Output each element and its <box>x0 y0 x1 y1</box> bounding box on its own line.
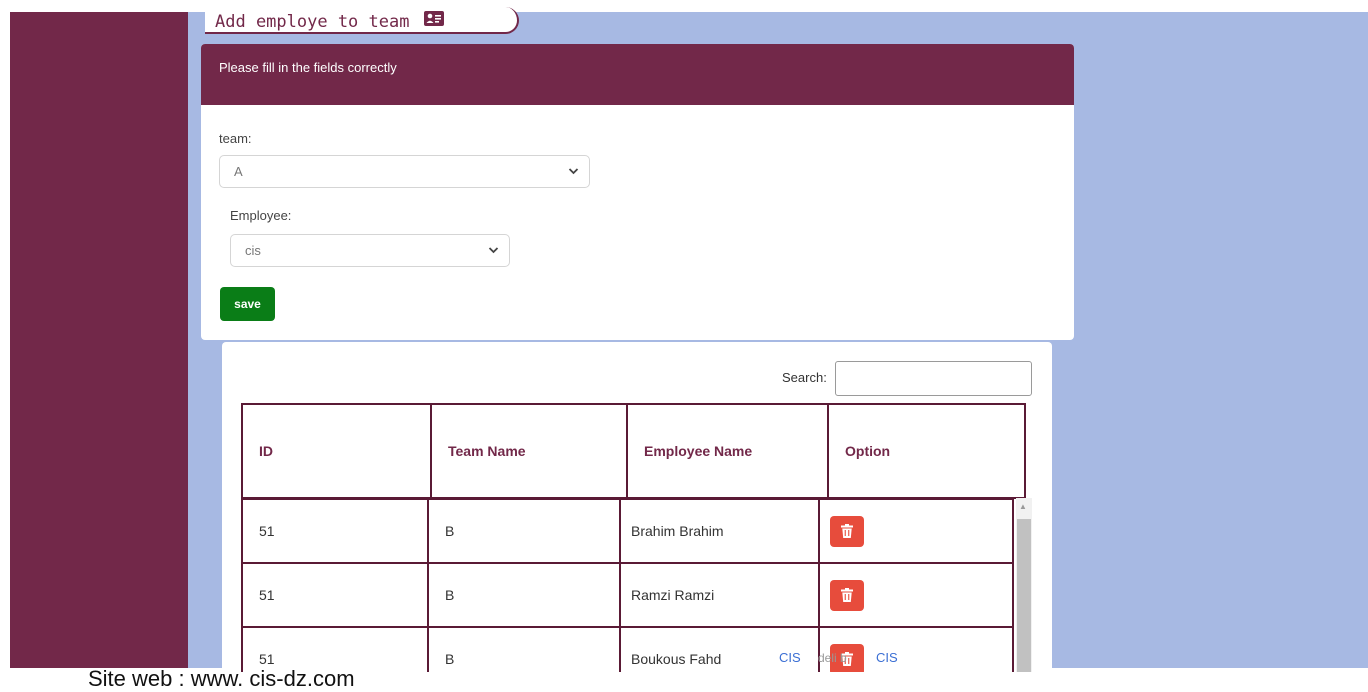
column-header-id[interactable]: ID <box>241 403 432 499</box>
scroll-up-arrow-icon[interactable]: ▲ <box>1019 502 1027 511</box>
form-header: Please fill in the fields correctly <box>201 44 1074 105</box>
table-cell-employee: Boukous Fahd <box>619 626 820 672</box>
search-label: Search: <box>782 370 827 385</box>
chevron-down-icon <box>488 235 499 279</box>
search-input[interactable] <box>835 361 1032 396</box>
page-title: Add employe to team <box>205 7 519 34</box>
table-cell-team: B <box>427 498 621 564</box>
team-select[interactable]: A <box>219 155 590 188</box>
delete-button[interactable] <box>830 515 864 547</box>
table-cell-option <box>818 498 1014 564</box>
team-members-table-card: Search: ID Team Name Employee Name Optio… <box>222 342 1052 672</box>
overlay-faint-text: deli b <box>818 651 847 665</box>
table-cell-option <box>818 626 1014 672</box>
delete-button[interactable] <box>830 579 864 611</box>
add-employee-form: Please fill in the fields correctly team… <box>201 44 1074 340</box>
table-cell-id: 51 <box>241 498 429 564</box>
table-cell-team: B <box>427 626 621 672</box>
table-cell-employee: Brahim Brahim <box>619 498 820 564</box>
page-title-text: Add employe to team <box>215 12 410 32</box>
column-header-option[interactable]: Option <box>827 403 1026 499</box>
table-cell-employee: Ramzi Ramzi <box>619 562 820 628</box>
employee-select-value: cis <box>245 243 261 258</box>
left-sidebar <box>10 12 188 668</box>
table-cell-option <box>818 562 1014 628</box>
table-cell-id: 51 <box>241 562 429 628</box>
overlay-link-cis[interactable]: CIS <box>779 650 801 665</box>
id-card-icon <box>423 6 444 36</box>
trash-icon <box>841 588 853 602</box>
table-scrollbar-thumb[interactable] <box>1017 519 1031 672</box>
chevron-down-icon <box>568 156 579 200</box>
footer-website: Site web : www. cis-dz.com <box>88 666 355 691</box>
team-select-value: A <box>234 164 243 179</box>
employee-select[interactable]: cis <box>230 234 510 267</box>
table-cell-team: B <box>427 562 621 628</box>
column-header-team-name[interactable]: Team Name <box>430 403 628 499</box>
overlay-link-cis[interactable]: CIS <box>876 650 898 665</box>
employee-label: Employee: <box>230 208 292 223</box>
save-button[interactable]: save <box>220 287 275 321</box>
column-header-employee-name[interactable]: Employee Name <box>626 403 829 499</box>
trash-icon <box>841 524 853 538</box>
team-label: team: <box>219 131 252 146</box>
